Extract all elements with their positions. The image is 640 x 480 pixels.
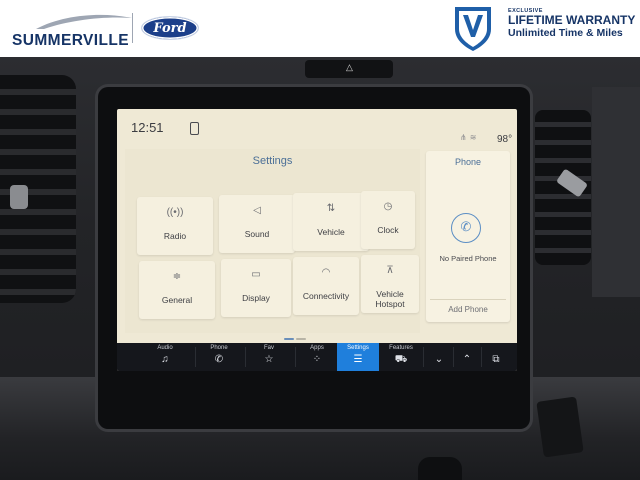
dealer-name: SUMMERVILLE (12, 32, 129, 49)
tile-vehicle-hotspot[interactable]: ⊼ Vehicle Hotspot (361, 255, 419, 313)
nav-label: Settings (347, 345, 369, 351)
nav-separator (453, 347, 454, 367)
nav-settings[interactable]: Settings ☰ (337, 343, 379, 371)
nav-separator (481, 347, 482, 367)
ford-logo: Ford (141, 16, 199, 40)
hazard-icon: △ (346, 62, 353, 72)
tile-label: Radio (163, 231, 187, 241)
dealer-banner: SUMMERVILLE Ford EXCLUSIVE LIFETIME WARR… (0, 0, 640, 57)
page-indicator (284, 338, 308, 340)
nav-audio[interactable]: Audio ♫ (145, 343, 185, 371)
nav-fav[interactable]: Fav ☆ (251, 343, 287, 371)
nav-scroll-up[interactable]: ⌃ (455, 343, 479, 371)
warranty-title: LIFETIME WARRANTY (508, 13, 636, 27)
windows-icon: ⧉ (492, 354, 500, 365)
settings-sliders-icon: ☰ (353, 354, 363, 365)
ford-logo-text: Ford (153, 20, 187, 36)
tile-label: Connectivity (302, 291, 350, 301)
nav-separator (423, 347, 424, 367)
phone-card-title: Phone (454, 157, 482, 167)
vent-adjuster-knob[interactable] (10, 185, 28, 209)
nav-label: Audio (157, 345, 173, 351)
right-dash-panel (592, 87, 640, 297)
warranty-text: EXCLUSIVE LIFETIME WARRANTY Unlimited Ti… (508, 8, 635, 39)
phone-status-icon[interactable] (190, 122, 199, 135)
wifi-icon: ◜◝ (322, 267, 330, 278)
settings-title: Settings (252, 155, 293, 167)
bottom-nav-bar: Audio ♫ Phone ✆ Fav ☆ Apps ⁘ Settings ☰ … (117, 343, 517, 371)
tile-label: Vehicle (317, 227, 345, 237)
nav-separator (245, 347, 246, 367)
nav-apps[interactable]: Apps ⁘ (299, 343, 335, 371)
clock-display: 12:51 (131, 120, 164, 135)
tile-label: Vehicle Hotspot (375, 289, 405, 309)
infotainment-screen: 12:51 ⋔≋ 98° Settings ((•)) Radio ◁ Soun… (117, 109, 517, 371)
chevron-up-icon: ⌃ (462, 354, 472, 365)
banner-divider (132, 13, 133, 43)
music-note-icon: ♫ (161, 354, 169, 365)
tile-connectivity[interactable]: ◜◝ Connectivity (293, 257, 359, 315)
tile-display[interactable]: ▭ Display (221, 259, 291, 317)
tile-label: Sound (244, 229, 270, 239)
add-phone-button[interactable]: Add Phone (426, 305, 510, 314)
phone-handset-glyph: ✆ (460, 219, 472, 234)
page-dot-active (284, 338, 294, 340)
volume-knob[interactable] (418, 457, 462, 480)
sliders-icon: ≑ (172, 271, 182, 282)
phone-card[interactable]: Phone ✆ No Paired Phone Add Phone (426, 151, 510, 322)
status-icons: ⋔≋ (460, 133, 480, 142)
nav-phone[interactable]: Phone ✆ (201, 343, 237, 371)
outside-temperature: 98° (497, 134, 513, 145)
lower-switch-slot (536, 396, 584, 458)
shield-icon (455, 7, 491, 51)
status-bar: 12:51 ⋔≋ 98° (117, 109, 517, 145)
chevron-down-icon: ⌄ (434, 354, 444, 365)
swoosh-icon (36, 14, 132, 29)
tile-label: Clock (377, 225, 399, 235)
nav-scroll-down[interactable]: ⌄ (427, 343, 451, 371)
phone-icon: ✆ (451, 213, 481, 243)
warranty-subtitle: Unlimited Time & Miles (508, 27, 623, 39)
star-icon: ☆ (264, 354, 274, 365)
tile-general[interactable]: ≑ General (139, 261, 215, 319)
nav-features[interactable]: Features ⛟ (381, 343, 421, 371)
tile-label: General (161, 295, 193, 305)
tile-radio[interactable]: ((•)) Radio (137, 197, 213, 255)
apps-grid-icon: ⁘ (312, 354, 322, 365)
nav-separator (295, 347, 296, 367)
dealer-logo: SUMMERVILLE (12, 8, 132, 49)
radio-icon: ((•)) (166, 207, 184, 218)
tile-label: Display (242, 293, 270, 303)
settings-panel: Settings ((•)) Radio ◁ Sound ⇅ Vehicle ◷… (125, 149, 420, 333)
phone-icon: ✆ (214, 354, 224, 365)
vehicle-icon: ⇅ (326, 203, 336, 214)
tile-vehicle[interactable]: ⇅ Vehicle (293, 193, 369, 251)
speaker-icon: ◁ (253, 205, 261, 216)
clock-icon: ◷ (383, 201, 393, 212)
nav-label: Phone (210, 345, 228, 351)
no-paired-phone-text: No Paired Phone (439, 254, 497, 263)
car-icon: ⛟ (394, 354, 408, 365)
nav-label: Apps (310, 345, 324, 351)
nav-separator (195, 347, 196, 367)
tile-sound[interactable]: ◁ Sound (219, 195, 295, 253)
display-icon: ▭ (251, 269, 261, 280)
nav-windows[interactable]: ⧉ (483, 343, 509, 371)
page-dot (296, 338, 306, 340)
nav-label: Fav (263, 345, 274, 351)
phone-card-divider (430, 299, 506, 300)
nav-label: Features (389, 345, 413, 351)
hotspot-icon: ⊼ (386, 265, 394, 276)
tile-clock[interactable]: ◷ Clock (361, 191, 415, 249)
